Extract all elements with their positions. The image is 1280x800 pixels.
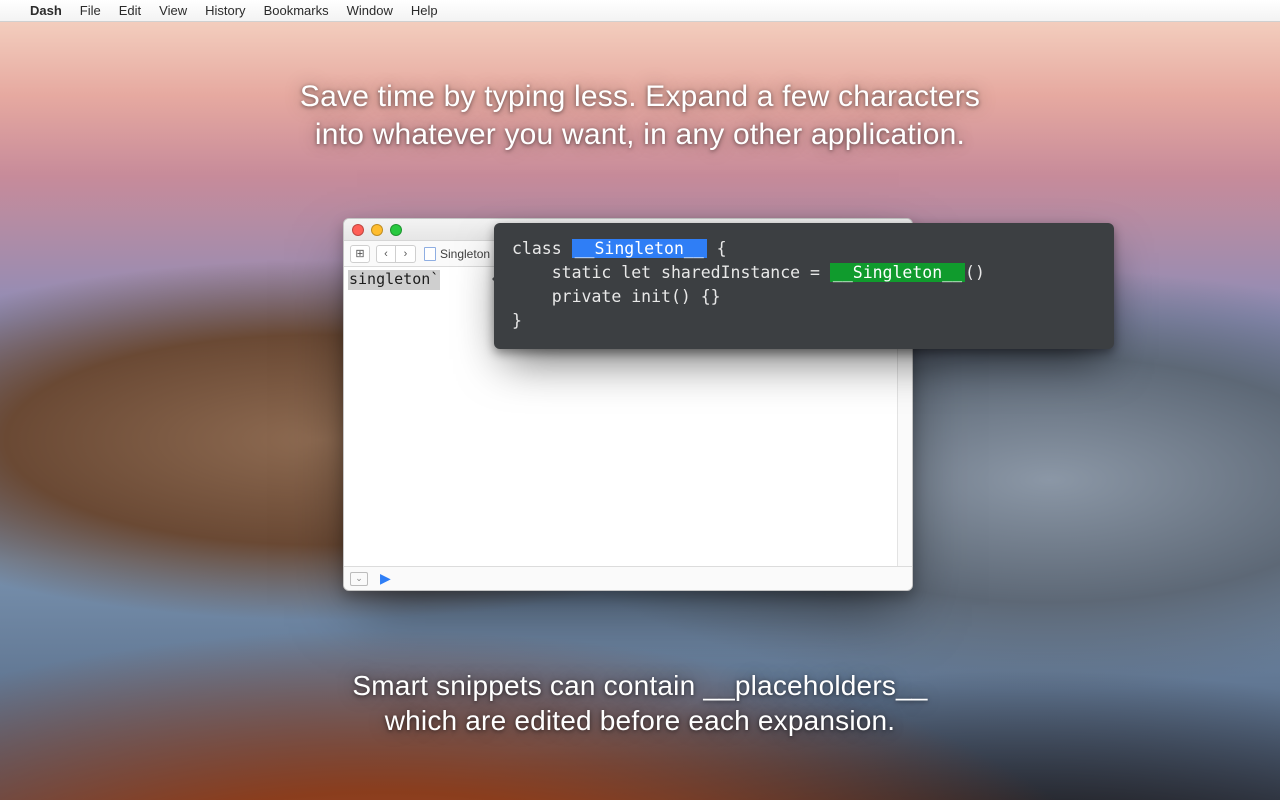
minimize-button[interactable]: [371, 224, 383, 236]
editor-statusbar: ⌄ ▶: [344, 566, 912, 590]
menu-edit[interactable]: Edit: [119, 3, 141, 18]
related-items-button[interactable]: ⊞: [350, 245, 370, 263]
swift-file-icon: [424, 247, 436, 261]
typed-abbreviation: singleton`: [348, 270, 440, 290]
menu-file[interactable]: File: [80, 3, 101, 18]
hero-bottom-line1: Smart snippets can contain __placeholder…: [0, 668, 1280, 703]
run-playground-button[interactable]: ▶: [380, 570, 391, 587]
menu-help[interactable]: Help: [411, 3, 438, 18]
hero-bottom-line2: which are edited before each expansion.: [0, 703, 1280, 738]
code-text: }: [512, 311, 522, 330]
jump-bar-file-label: Singleton: [440, 247, 490, 261]
code-text: class: [512, 239, 572, 258]
close-button[interactable]: [352, 224, 364, 236]
nav-back-button[interactable]: ‹: [376, 245, 396, 263]
menu-bookmarks[interactable]: Bookmarks: [264, 3, 329, 18]
placeholder-active[interactable]: __Singleton__: [572, 239, 707, 258]
placeholder-mirror: __Singleton__: [830, 263, 965, 282]
menu-history[interactable]: History: [205, 3, 245, 18]
zoom-button[interactable]: [390, 224, 402, 236]
hero-top: Save time by typing less. Expand a few c…: [0, 78, 1280, 153]
menu-view[interactable]: View: [159, 3, 187, 18]
code-text: {: [707, 239, 727, 258]
toggle-debug-area-button[interactable]: ⌄: [350, 572, 368, 586]
menu-window[interactable]: Window: [347, 3, 393, 18]
hero-bottom: Smart snippets can contain __placeholder…: [0, 668, 1280, 738]
macos-menubar: Dash File Edit View History Bookmarks Wi…: [0, 0, 1280, 22]
code-text: (): [965, 263, 985, 282]
jump-bar[interactable]: Singleton: [424, 247, 490, 261]
hero-top-line1: Save time by typing less. Expand a few c…: [0, 78, 1280, 116]
nav-forward-button[interactable]: ›: [396, 245, 416, 263]
app-menu[interactable]: Dash: [30, 3, 62, 18]
snippet-preview-tooltip: class __Singleton__ { static let sharedI…: [494, 223, 1114, 349]
hero-top-line2: into whatever you want, in any other app…: [0, 116, 1280, 154]
code-text: static let sharedInstance =: [512, 263, 830, 282]
code-text: private init() {}: [512, 287, 721, 306]
